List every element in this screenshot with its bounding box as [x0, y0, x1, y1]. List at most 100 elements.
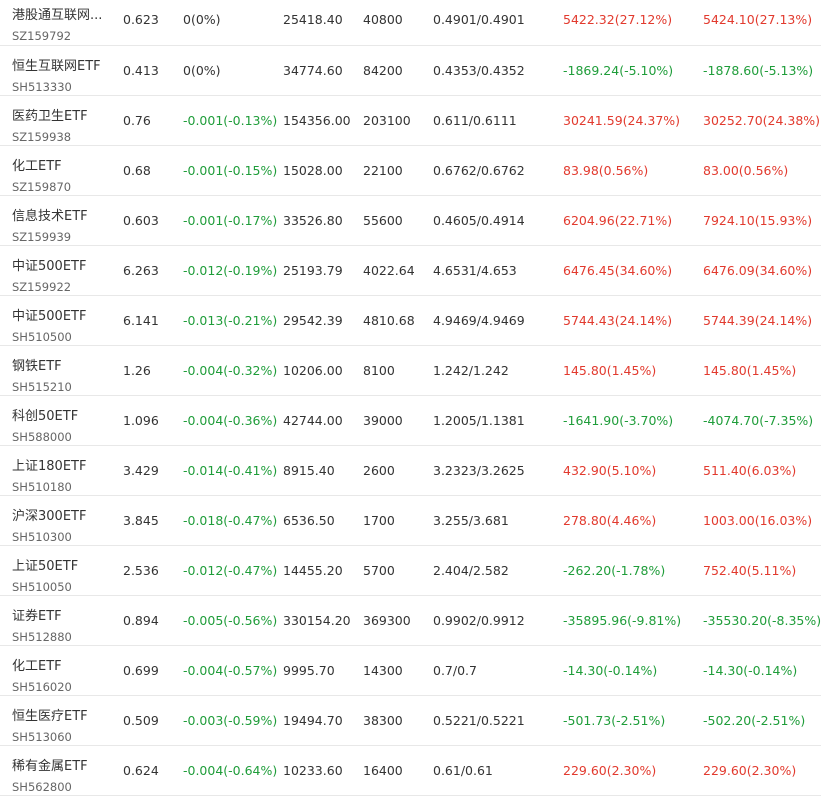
fund-name-cell[interactable]: 上证180ETF SH510180	[12, 455, 120, 494]
market-value: 19494.70	[283, 713, 343, 728]
cost-price: 0.9902/0.9912	[433, 613, 525, 628]
current-price: 1.096	[123, 413, 159, 428]
fund-name-cell[interactable]: 科创50ETF SH588000	[12, 405, 120, 444]
fund-name-cell[interactable]: 上证50ETF SH510050	[12, 555, 120, 594]
fund-name[interactable]: 科创50ETF	[12, 405, 120, 424]
market-value: 330154.20	[283, 613, 351, 628]
total-profit-loss: 145.80(1.45%)	[703, 363, 797, 378]
holding-quantity: 4022.64	[363, 263, 415, 278]
fund-code: SH510500	[12, 330, 72, 344]
table-row[interactable]: 化工ETF SZ159870 0.68 -0.001(-0.15%) 15028…	[0, 146, 821, 196]
table-row[interactable]: 恒生医疗ETF SH513060 0.509 -0.003(-0.59%) 19…	[0, 696, 821, 746]
fund-name[interactable]: 恒生医疗ETF	[12, 705, 120, 724]
fund-name-cell[interactable]: 化工ETF SZ159870	[12, 155, 120, 194]
holding-quantity: 16400	[363, 763, 403, 778]
fund-code: SZ159922	[12, 280, 72, 294]
holding-quantity: 1700	[363, 513, 395, 528]
current-price: 0.413	[123, 63, 159, 78]
fund-name-cell[interactable]: 证券ETF SH512880	[12, 605, 120, 644]
fund-name-cell[interactable]: 信息技术ETF SZ159939	[12, 205, 120, 244]
fund-name[interactable]: 恒生互联网ETF	[12, 55, 120, 74]
fund-name[interactable]: 中证500ETF	[12, 305, 120, 324]
current-price: 2.536	[123, 563, 159, 578]
fund-name-cell[interactable]: 港股通互联网... SZ159792	[12, 4, 120, 43]
fund-name[interactable]: 证券ETF	[12, 605, 120, 624]
table-row[interactable]: 证券ETF SH512880 0.894 -0.005(-0.56%) 3301…	[0, 596, 821, 646]
fund-name[interactable]: 上证50ETF	[12, 555, 120, 574]
total-profit-loss: 511.40(6.03%)	[703, 463, 797, 478]
fund-name[interactable]: 化工ETF	[12, 155, 120, 174]
market-value: 9995.70	[283, 663, 335, 678]
fund-name[interactable]: 信息技术ETF	[12, 205, 120, 224]
fund-code: SH510180	[12, 480, 72, 494]
profit-loss: 30241.59(24.37%)	[563, 113, 681, 128]
fund-name-cell[interactable]: 恒生互联网ETF SH513330	[12, 55, 120, 94]
cost-price: 3.255/3.681	[433, 513, 509, 528]
profit-loss: -262.20(-1.78%)	[563, 563, 666, 578]
total-profit-loss: 83.00(0.56%)	[703, 163, 789, 178]
price-change: -0.001(-0.13%)	[183, 113, 278, 128]
market-value: 25193.79	[283, 263, 343, 278]
table-row[interactable]: 中证500ETF SZ159922 6.263 -0.012(-0.19%) 2…	[0, 246, 821, 296]
profit-loss: -1869.24(-5.10%)	[563, 63, 674, 78]
holding-quantity: 369300	[363, 613, 411, 628]
fund-name[interactable]: 上证180ETF	[12, 455, 120, 474]
fund-name[interactable]: 沪深300ETF	[12, 505, 120, 524]
current-price: 0.603	[123, 213, 159, 228]
holdings-table: 港股通互联网... SZ159792 0.623 0(0%) 25418.40 …	[0, 0, 821, 796]
fund-code: SZ159939	[12, 230, 72, 244]
market-value: 14455.20	[283, 563, 343, 578]
current-price: 6.263	[123, 263, 159, 278]
fund-name-cell[interactable]: 中证500ETF SZ159922	[12, 255, 120, 294]
current-price: 1.26	[123, 363, 151, 378]
profit-loss: -501.73(-2.51%)	[563, 713, 666, 728]
cost-price: 4.6531/4.653	[433, 263, 517, 278]
market-value: 29542.39	[283, 313, 343, 328]
fund-name-cell[interactable]: 钢铁ETF SH515210	[12, 355, 120, 394]
market-value: 8915.40	[283, 463, 335, 478]
fund-name-cell[interactable]: 恒生医疗ETF SH513060	[12, 705, 120, 744]
table-row[interactable]: 科创50ETF SH588000 1.096 -0.004(-0.36%) 42…	[0, 396, 821, 446]
fund-name-cell[interactable]: 医药卫生ETF SZ159938	[12, 105, 120, 144]
fund-name[interactable]: 化工ETF	[12, 655, 120, 674]
holdings-rows: 港股通互联网... SZ159792 0.623 0(0%) 25418.40 …	[0, 0, 821, 796]
fund-name[interactable]: 中证500ETF	[12, 255, 120, 274]
table-row[interactable]: 钢铁ETF SH515210 1.26 -0.004(-0.32%) 10206…	[0, 346, 821, 396]
fund-name[interactable]: 医药卫生ETF	[12, 105, 120, 124]
fund-code: SZ159938	[12, 130, 72, 144]
holding-quantity: 22100	[363, 163, 403, 178]
table-row[interactable]: 稀有金属ETF SH562800 0.624 -0.004(-0.64%) 10…	[0, 746, 821, 796]
fund-code: SH512880	[12, 630, 72, 644]
fund-name[interactable]: 港股通互联网...	[12, 4, 120, 23]
market-value: 154356.00	[283, 113, 351, 128]
cost-price: 0.611/0.6111	[433, 113, 517, 128]
table-row[interactable]: 中证500ETF SH510500 6.141 -0.013(-0.21%) 2…	[0, 296, 821, 346]
fund-name-cell[interactable]: 沪深300ETF SH510300	[12, 505, 120, 544]
current-price: 3.429	[123, 463, 159, 478]
fund-name[interactable]: 钢铁ETF	[12, 355, 120, 374]
table-row[interactable]: 港股通互联网... SZ159792 0.623 0(0%) 25418.40 …	[0, 0, 821, 46]
table-row[interactable]: 医药卫生ETF SZ159938 0.76 -0.001(-0.13%) 154…	[0, 96, 821, 146]
table-row[interactable]: 沪深300ETF SH510300 3.845 -0.018(-0.47%) 6…	[0, 496, 821, 546]
total-profit-loss: 30252.70(24.38%)	[703, 113, 821, 128]
table-row[interactable]: 恒生互联网ETF SH513330 0.413 0(0%) 34774.60 8…	[0, 46, 821, 96]
profit-loss: 145.80(1.45%)	[563, 363, 657, 378]
profit-loss: 6476.45(34.60%)	[563, 263, 673, 278]
price-change: -0.005(-0.56%)	[183, 613, 278, 628]
table-row[interactable]: 化工ETF SH516020 0.699 -0.004(-0.57%) 9995…	[0, 646, 821, 696]
fund-name-cell[interactable]: 化工ETF SH516020	[12, 655, 120, 694]
total-profit-loss: 6476.09(34.60%)	[703, 263, 813, 278]
fund-name[interactable]: 稀有金属ETF	[12, 755, 120, 774]
cost-price: 0.4901/0.4901	[433, 12, 525, 27]
table-row[interactable]: 上证180ETF SH510180 3.429 -0.014(-0.41%) 8…	[0, 446, 821, 496]
price-change: -0.018(-0.47%)	[183, 513, 278, 528]
fund-name-cell[interactable]: 稀有金属ETF SH562800	[12, 755, 120, 794]
current-price: 6.141	[123, 313, 159, 328]
total-profit-loss: 5744.39(24.14%)	[703, 313, 813, 328]
price-change: -0.012(-0.19%)	[183, 263, 278, 278]
holding-quantity: 2600	[363, 463, 395, 478]
price-change: -0.001(-0.17%)	[183, 213, 278, 228]
table-row[interactable]: 信息技术ETF SZ159939 0.603 -0.001(-0.17%) 33…	[0, 196, 821, 246]
table-row[interactable]: 上证50ETF SH510050 2.536 -0.012(-0.47%) 14…	[0, 546, 821, 596]
fund-name-cell[interactable]: 中证500ETF SH510500	[12, 305, 120, 344]
